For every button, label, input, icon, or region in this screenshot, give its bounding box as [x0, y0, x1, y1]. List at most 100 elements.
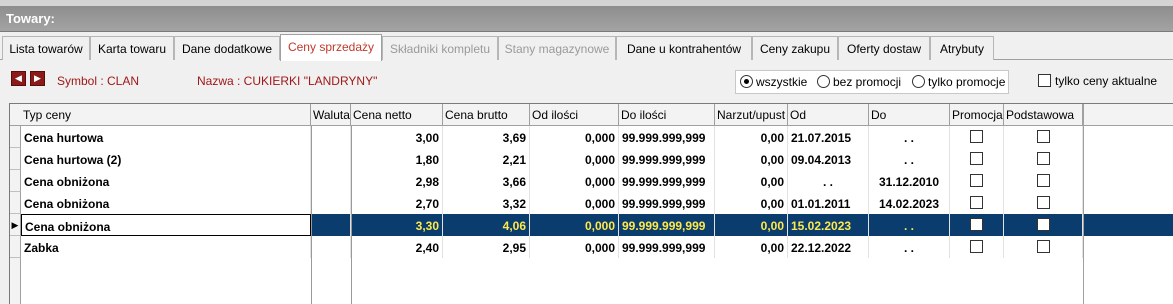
cell-narzut[interactable]: 0,00 — [715, 236, 788, 258]
table-row[interactable]: Cena obniżona 2,98 3,66 0,000 99.999.999,999… — [10, 170, 1173, 192]
row-indicator[interactable]: ▶ — [10, 214, 21, 236]
podstawowa-checkbox[interactable] — [1036, 218, 1050, 231]
tylko-ceny-aktualne-checkbox[interactable]: tylko ceny aktualne — [1038, 74, 1157, 88]
cell-narzut[interactable]: 0,00 — [715, 214, 788, 236]
cell-do[interactable]: 14.02.2023 — [869, 192, 950, 214]
col-do[interactable]: Do — [869, 104, 950, 126]
cell-promocja[interactable] — [950, 214, 1004, 236]
row-indicator[interactable] — [10, 126, 21, 148]
cell-netto[interactable]: 1,80 — [351, 148, 443, 170]
cell-brutto[interactable]: 2,95 — [443, 236, 530, 258]
cell-netto[interactable]: 3,30 — [351, 214, 443, 236]
cell-promocja[interactable] — [950, 170, 1004, 192]
tab-dane-dodatkowe[interactable]: Dane dodatkowe — [174, 36, 280, 60]
filter-bez-promocji[interactable]: bez promocji — [817, 75, 901, 89]
col-typ-ceny[interactable]: Typ ceny — [21, 104, 311, 126]
cell-podstawowa[interactable] — [1004, 236, 1083, 258]
col-narzut-upust[interactable]: Narzut/upust — [715, 104, 788, 126]
prices-grid[interactable]: Typ ceny Waluta Cena netto Cena brutto O… — [9, 103, 1173, 304]
tab-skladniki-kompletu[interactable]: Składniki kompletu — [382, 36, 498, 60]
cell-od-ilosci[interactable]: 0,000 — [530, 126, 619, 148]
cell-narzut[interactable]: 0,00 — [715, 148, 788, 170]
cell-do[interactable]: . . — [869, 214, 950, 236]
cell-do-ilosci[interactable]: 99.999.999,999 — [619, 170, 715, 192]
table-row[interactable]: ▶ Cena obniżona 3,30 4,06 0,000 99.999.999,99… — [10, 214, 1173, 236]
table-row[interactable]: Cena hurtowa 3,00 3,69 0,000 99.999.999,999 0… — [10, 126, 1173, 148]
cell-waluta[interactable] — [311, 170, 351, 192]
cell-podstawowa[interactable] — [1004, 126, 1083, 148]
col-podstawowa[interactable]: Podstawowa — [1004, 104, 1083, 126]
cell-waluta[interactable] — [311, 126, 351, 148]
cell-narzut[interactable]: 0,00 — [715, 192, 788, 214]
cell-brutto[interactable]: 3,69 — [443, 126, 530, 148]
tab-dane-u-kontrahentow[interactable]: Dane u kontrahentów — [616, 36, 752, 60]
cell-od-ilosci[interactable]: 0,000 — [530, 236, 619, 258]
cell-narzut[interactable]: 0,00 — [715, 126, 788, 148]
cell-brutto[interactable]: 4,06 — [443, 214, 530, 236]
promocja-checkbox[interactable] — [970, 130, 983, 143]
cell-do[interactable]: . . — [869, 148, 950, 170]
cell-waluta[interactable] — [311, 148, 351, 170]
cell-typ[interactable]: Cena hurtowa — [21, 126, 311, 148]
cell-promocja[interactable] — [950, 236, 1004, 258]
cell-od-ilosci[interactable]: 0,000 — [530, 192, 619, 214]
podstawowa-checkbox[interactable] — [1036, 196, 1050, 209]
cell-od-ilosci[interactable]: 0,000 — [530, 148, 619, 170]
cell-brutto[interactable]: 2,21 — [443, 148, 530, 170]
tab-oferty-dostaw[interactable]: Oferty dostaw — [838, 36, 930, 60]
cell-od-ilosci[interactable]: 0,000 — [530, 214, 619, 236]
cell-od[interactable]: 15.02.2023 — [788, 214, 869, 236]
tab-lista-towarow[interactable]: Lista towarów — [2, 36, 90, 60]
cell-netto[interactable]: 3,00 — [351, 126, 443, 148]
cell-promocja[interactable] — [950, 148, 1004, 170]
cell-od[interactable]: . . — [788, 170, 869, 192]
cell-brutto[interactable]: 3,32 — [443, 192, 530, 214]
promocja-checkbox[interactable] — [970, 218, 983, 231]
cell-netto[interactable]: 2,70 — [351, 192, 443, 214]
cell-brutto[interactable]: 3,66 — [443, 170, 530, 192]
cell-waluta[interactable] — [311, 214, 351, 236]
col-od[interactable]: Od — [788, 104, 869, 126]
promocja-checkbox[interactable] — [970, 152, 983, 165]
table-row[interactable]: Cena hurtowa (2) 1,80 2,21 0,000 99.999.999,… — [10, 148, 1173, 170]
col-cena-brutto[interactable]: Cena brutto — [443, 104, 530, 126]
row-indicator[interactable] — [10, 148, 21, 170]
prev-record-icon[interactable]: ◀ — [11, 71, 26, 86]
cell-do[interactable]: . . — [869, 236, 950, 258]
cell-typ[interactable]: Zabka — [21, 236, 311, 258]
tab-karta-towaru[interactable]: Karta towaru — [90, 36, 174, 60]
tab-stany-magazynowe[interactable]: Stany magazynowe — [498, 36, 616, 60]
promocja-checkbox[interactable] — [970, 174, 983, 187]
filter-tylko-promocje[interactable]: tylko promocje — [912, 75, 1005, 89]
cell-podstawowa[interactable] — [1004, 148, 1083, 170]
cell-do-ilosci[interactable]: 99.999.999,999 — [619, 214, 715, 236]
row-indicator[interactable] — [10, 236, 21, 258]
cell-netto[interactable]: 2,98 — [351, 170, 443, 192]
podstawowa-checkbox[interactable] — [1036, 174, 1050, 187]
podstawowa-checkbox[interactable] — [1036, 130, 1050, 143]
row-indicator[interactable] — [10, 170, 21, 192]
cell-promocja[interactable] — [950, 126, 1004, 148]
cell-netto[interactable]: 2,40 — [351, 236, 443, 258]
cell-od[interactable]: 01.01.2011 — [788, 192, 869, 214]
cell-typ[interactable]: Cena obniżona — [21, 170, 311, 192]
cell-od[interactable]: 22.12.2022 — [788, 236, 869, 258]
podstawowa-checkbox[interactable] — [1036, 240, 1050, 253]
cell-waluta[interactable] — [311, 192, 351, 214]
cell-do[interactable]: . . — [869, 126, 950, 148]
table-row[interactable]: Zabka 2,40 2,95 0,000 99.999.999,999 0,00 22.1… — [10, 236, 1173, 258]
cell-do-ilosci[interactable]: 99.999.999,999 — [619, 192, 715, 214]
cell-podstawowa[interactable] — [1004, 214, 1083, 236]
cell-do-ilosci[interactable]: 99.999.999,999 — [619, 148, 715, 170]
cell-narzut[interactable]: 0,00 — [715, 170, 788, 192]
cell-od[interactable]: 09.04.2013 — [788, 148, 869, 170]
cell-typ[interactable]: Cena obniżona — [21, 214, 311, 236]
cell-podstawowa[interactable] — [1004, 170, 1083, 192]
promocja-checkbox[interactable] — [970, 240, 983, 253]
table-row[interactable]: Cena obniżona 2,70 3,32 0,000 99.999.999,999… — [10, 192, 1173, 214]
cell-podstawowa[interactable] — [1004, 192, 1083, 214]
col-waluta[interactable]: Waluta — [311, 104, 351, 126]
tab-ceny-zakupu[interactable]: Ceny zakupu — [752, 36, 838, 60]
cell-waluta[interactable] — [311, 236, 351, 258]
next-record-icon[interactable]: ▶ — [30, 71, 45, 86]
